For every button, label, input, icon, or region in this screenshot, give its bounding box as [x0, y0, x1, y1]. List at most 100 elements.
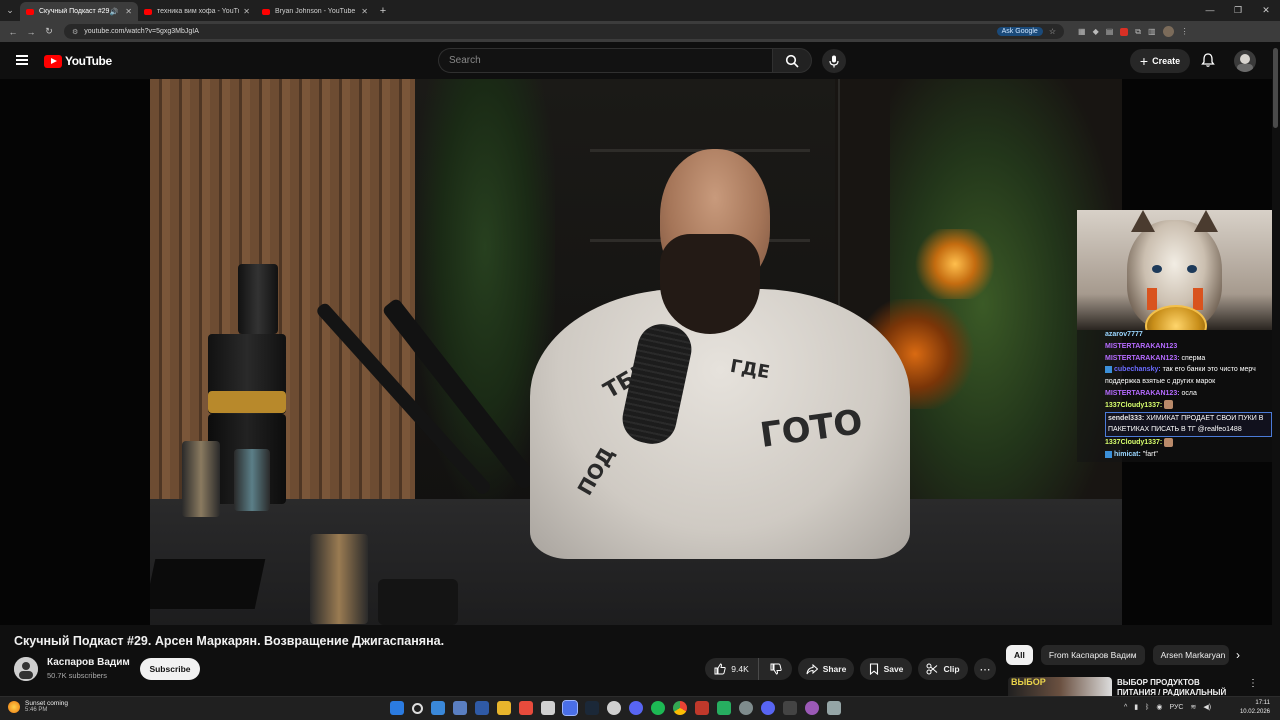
more-vertical-icon[interactable]: ⋮ — [1248, 678, 1258, 689]
search-button[interactable] — [772, 48, 812, 73]
close-tab-icon[interactable]: ✕ — [125, 7, 132, 16]
stream-chat: azarov7777 MISTERTARAKAN123 MISTERTARAKA… — [1105, 329, 1272, 461]
puzzle-icon[interactable]: ⧉ — [1135, 27, 1141, 37]
site-info-icon[interactable]: ⚙ — [72, 28, 78, 36]
subscribe-button[interactable]: Subscribe — [140, 658, 200, 680]
bluetooth-icon[interactable]: ᛒ — [1145, 704, 1149, 711]
speaker-icon[interactable]: 🔊 — [110, 8, 119, 16]
app-icon[interactable] — [717, 701, 731, 715]
recommended-video-title[interactable]: ВЫБОР ПРОДУКТОВ ПИТАНИЯ / РАДИКАЛЬНЫЙ — [1117, 678, 1237, 698]
sidepanel-icon[interactable]: ▥ — [1148, 27, 1156, 36]
more-actions-button[interactable]: ⋯ — [974, 658, 996, 680]
search-icon[interactable] — [412, 702, 423, 714]
stream-overlay: azarov7777 MISTERTARAKAN123 MISTERTARAKA… — [1077, 210, 1272, 462]
like-button[interactable]: 9.4K — [705, 658, 759, 680]
app-z-icon[interactable] — [629, 701, 643, 715]
chrome-icon[interactable] — [673, 701, 687, 715]
extension-icon[interactable]: ◆ — [1093, 27, 1099, 36]
chip-from-channel[interactable]: From Каспаров Вадим — [1040, 645, 1145, 665]
clock[interactable]: 17:11 10.02.2026 — [1236, 699, 1270, 717]
maximize-icon[interactable]: ❐ — [1224, 5, 1252, 16]
back-icon[interactable]: ← — [4, 27, 22, 37]
notifications-bell-icon[interactable] — [1200, 52, 1216, 68]
url-text: youtube.com/watch?v=5gxg3MbJgIA — [84, 28, 199, 35]
language-indicator[interactable]: РУС — [1169, 704, 1183, 711]
chatgpt-icon[interactable] — [607, 701, 621, 715]
youtube-logo[interactable]: YouTube — [44, 54, 112, 68]
sunset-icon — [8, 700, 20, 713]
spotify-icon[interactable] — [651, 701, 665, 715]
chevron-right-icon[interactable]: › — [1236, 648, 1240, 662]
ask-google-button[interactable]: Ask Google — [996, 27, 1043, 36]
chevron-up-icon[interactable]: ^ — [1124, 704, 1127, 711]
search-input[interactable] — [449, 55, 772, 66]
video-title: Скучный Подкаст #29. Арсен Маркарян. Воз… — [14, 634, 445, 648]
reload-icon[interactable]: ↻ — [40, 26, 58, 37]
share-button[interactable]: Share — [798, 658, 854, 680]
page-scrollbar[interactable] — [1272, 42, 1280, 667]
recommended-video-thumbnail[interactable]: ВЫБОР — [1008, 677, 1112, 696]
menu-icon[interactable] — [16, 55, 28, 65]
file-explorer-icon[interactable] — [497, 701, 511, 715]
create-button[interactable]: + Create — [1130, 49, 1190, 73]
chip-arsen-markaryan[interactable]: Arsen Markaryan — [1152, 645, 1229, 665]
browser-tab[interactable]: Bryan Johnson - YouTube ✕ — [256, 2, 374, 21]
bookmark-star-icon[interactable]: ☆ — [1049, 27, 1056, 36]
browser-tab-active[interactable]: Скучный Подкаст #29. Ар 🔊 ✕ — [20, 2, 138, 21]
channel-avatar[interactable] — [14, 657, 38, 681]
weather-widget[interactable]: Sunset coming 5:46 PM — [8, 700, 68, 713]
app-icon[interactable] — [783, 701, 797, 715]
user-avatar[interactable] — [1234, 50, 1256, 72]
video-frame: ГОТО ТБИЛИ ГДЕ ПОД — [150, 79, 1122, 625]
active-app-icon[interactable] — [562, 700, 578, 716]
supplement-jar — [238, 264, 278, 334]
taskbar-apps — [390, 700, 841, 716]
forward-icon[interactable]: → — [22, 27, 40, 37]
start-icon[interactable] — [390, 701, 404, 715]
voice-search-button[interactable] — [822, 49, 846, 73]
wifi-icon[interactable]: ≋ — [1191, 703, 1197, 711]
store-icon[interactable] — [541, 701, 555, 715]
app-icon[interactable] — [519, 701, 533, 715]
tab-search-button[interactable]: ⌄ — [0, 0, 20, 21]
app-icon[interactable] — [805, 701, 819, 715]
widgets-icon[interactable] — [453, 701, 467, 715]
browser-toolbar: ← → ↻ ⚙ youtube.com/watch?v=5gxg3MbJgIA … — [0, 21, 1280, 42]
chat-badge-icon — [1105, 366, 1112, 374]
extension-icon[interactable]: ▦ — [1078, 27, 1086, 36]
close-window-icon[interactable]: ✕ — [1252, 5, 1280, 16]
task-view-icon[interactable] — [431, 701, 445, 715]
scissors-icon — [926, 663, 938, 675]
chip-all[interactable]: All — [1006, 645, 1033, 665]
minimize-icon[interactable]: — — [1196, 5, 1224, 16]
close-tab-icon[interactable]: ✕ — [243, 7, 250, 16]
channel-name[interactable]: Каспаров Вадим — [47, 657, 130, 668]
terminal-icon[interactable] — [475, 701, 489, 715]
new-tab-button[interactable]: + — [374, 5, 392, 17]
profile-avatar[interactable] — [1162, 26, 1174, 37]
browser-menu-icon[interactable]: ⋮ — [1181, 27, 1189, 36]
close-tab-icon[interactable]: ✕ — [361, 7, 368, 16]
discord-icon[interactable] — [761, 701, 775, 715]
steam-icon[interactable] — [585, 701, 599, 715]
app-icon[interactable] — [695, 701, 709, 715]
network-icon[interactable]: ▮ — [1134, 703, 1138, 711]
clip-button[interactable]: Clip — [918, 658, 968, 680]
chat-message: 1337Cloudy1337: — [1105, 437, 1272, 449]
browser-tab[interactable]: техника вим хофа - YouTube ✕ — [138, 2, 256, 21]
globe-icon[interactable] — [739, 701, 753, 715]
extension-badge-icon[interactable] — [1120, 27, 1129, 36]
tray-app-icon[interactable]: ◉ — [1156, 703, 1162, 711]
search-box[interactable] — [438, 48, 772, 73]
settings-icon[interactable] — [827, 701, 841, 715]
black-mug — [378, 579, 458, 625]
thumbs-down-icon — [770, 663, 782, 675]
volume-icon[interactable]: ◀) — [1203, 703, 1211, 711]
video-player[interactable]: ГОТО ТБИЛИ ГДЕ ПОД azarov7777 MISTERTARA… — [0, 79, 1272, 625]
chat-message: MISTERTARAKAN123: сперма — [1105, 354, 1206, 362]
save-button[interactable]: Save — [860, 658, 912, 680]
scrollbar-thumb[interactable] — [1273, 48, 1278, 128]
address-bar[interactable]: ⚙ youtube.com/watch?v=5gxg3MbJgIA Ask Go… — [64, 24, 1064, 39]
extension-icon[interactable]: ▤ — [1106, 27, 1114, 36]
dislike-button[interactable] — [759, 658, 792, 680]
